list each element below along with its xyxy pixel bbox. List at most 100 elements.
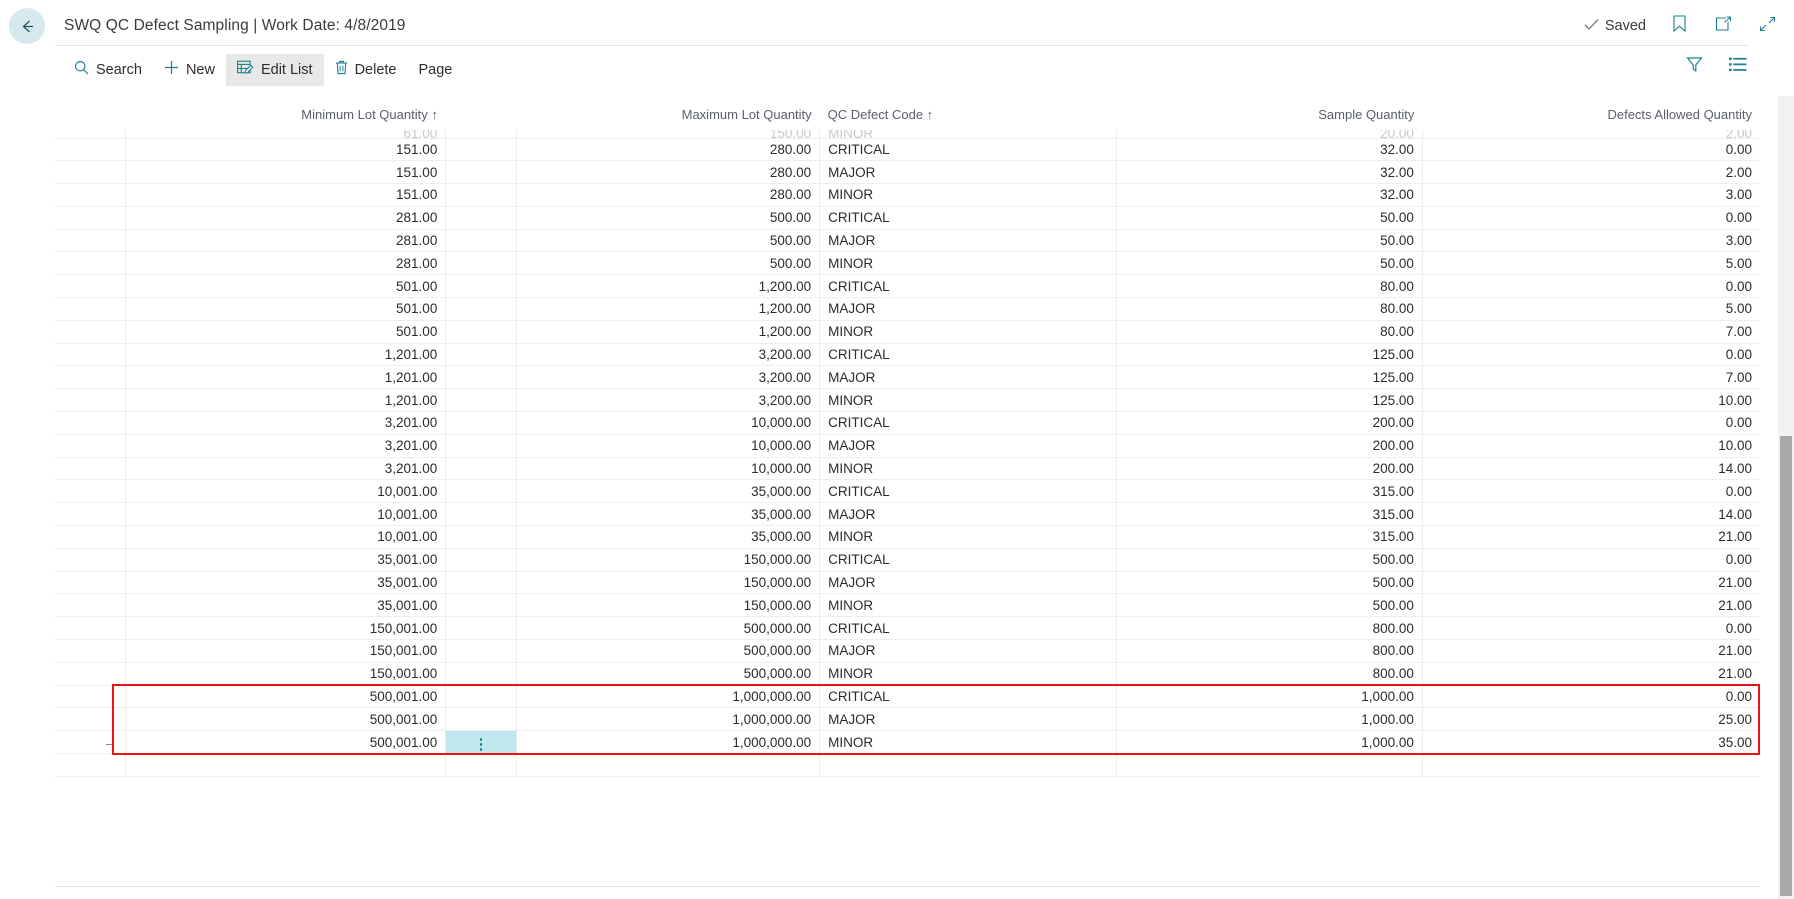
row-selector[interactable] [55, 434, 126, 458]
open-in-new-window-button[interactable] [1712, 15, 1734, 37]
column-header-minimum-lot-quantity[interactable]: Minimum Lot Quantity ↑ [125, 96, 446, 130]
cell-qc-defect-code[interactable] [819, 753, 1117, 778]
cell-qc-defect-code[interactable]: CRITICAL [819, 685, 1117, 709]
cell-minimum-lot-quantity[interactable]: 501.00 [125, 320, 447, 344]
cell-defects-allowed-quantity[interactable]: 7.00 [1422, 320, 1760, 344]
cell-qc-defect-code[interactable]: CRITICAL [819, 343, 1117, 367]
row-selector[interactable] [55, 206, 126, 230]
table-row[interactable]: 151.00 280.00 CRITICAL 32.00 0.00 [55, 138, 1760, 162]
cell-defects-allowed-quantity[interactable] [1422, 753, 1760, 778]
cell-maximum-lot-quantity[interactable]: 3,200.00 [516, 388, 821, 413]
row-selector[interactable]: → [55, 730, 126, 755]
cell-gap[interactable] [445, 130, 517, 139]
cell-sample-quantity[interactable]: 1,000.00 [1116, 685, 1423, 709]
cell-defects-allowed-quantity[interactable]: 5.00 [1422, 297, 1760, 321]
cell-maximum-lot-quantity[interactable] [516, 753, 821, 778]
cell-defects-allowed-quantity[interactable]: 7.00 [1422, 365, 1760, 390]
cell-maximum-lot-quantity[interactable]: 280.00 [516, 160, 821, 185]
cell-qc-defect-code[interactable]: CRITICAL [819, 274, 1117, 299]
cell-defects-allowed-quantity[interactable]: 21.00 [1422, 593, 1760, 618]
column-header-defects-allowed-quantity[interactable]: Defects Allowed Quantity [1422, 96, 1760, 130]
cell-qc-defect-code[interactable]: MINOR [819, 662, 1117, 686]
table-row[interactable]: 281.00 500.00 MAJOR 50.00 3.00 [55, 229, 1760, 253]
cell-defects-allowed-quantity[interactable]: 21.00 [1422, 662, 1760, 686]
table-row[interactable]: 150,001.00 500,000.00 CRITICAL 800.00 0.00 [55, 616, 1760, 641]
cell-minimum-lot-quantity[interactable]: 281.00 [125, 251, 447, 276]
cell-sample-quantity[interactable]: 800.00 [1116, 639, 1423, 663]
cell-minimum-lot-quantity[interactable]: 35,001.00 [125, 593, 447, 618]
edit-list-button[interactable]: Edit List [225, 53, 324, 86]
cell-gap[interactable] [445, 502, 517, 527]
cell-sample-quantity[interactable]: 32.00 [1116, 138, 1423, 162]
cell-sample-quantity[interactable] [1116, 753, 1423, 778]
cell-maximum-lot-quantity[interactable]: 500.00 [516, 229, 821, 253]
cell-maximum-lot-quantity[interactable]: 500.00 [516, 206, 821, 230]
cell-maximum-lot-quantity[interactable]: 500,000.00 [516, 662, 821, 686]
cell-defects-allowed-quantity[interactable]: 21.00 [1422, 571, 1760, 595]
table-row[interactable]: 150,001.00 500,000.00 MAJOR 800.00 21.00 [55, 639, 1760, 663]
cell-maximum-lot-quantity[interactable]: 1,000,000.00 [516, 685, 821, 709]
cell-gap[interactable] [445, 320, 517, 344]
cell-gap[interactable] [445, 411, 517, 435]
row-selector[interactable] [55, 183, 126, 207]
cell-qc-defect-code[interactable]: MAJOR [819, 229, 1117, 253]
cell-minimum-lot-quantity[interactable]: 501.00 [125, 297, 447, 321]
cell-gap[interactable] [445, 548, 517, 572]
cell-qc-defect-code[interactable]: MAJOR [819, 160, 1117, 185]
cell-qc-defect-code[interactable]: MINOR [819, 183, 1117, 207]
table-row[interactable]: → 500,001.00 1,000,000.00 MINOR 1,000.00 35.0… [55, 730, 1760, 755]
collapse-button[interactable] [1756, 15, 1778, 37]
cell-qc-defect-code[interactable]: MAJOR [819, 297, 1117, 321]
column-header-qc-defect-code[interactable]: QC Defect Code ↑ [820, 96, 1117, 130]
cell-qc-defect-code[interactable]: MINOR [819, 525, 1117, 549]
table-row[interactable]: 3,201.00 10,000.00 MINOR 200.00 14.00 [55, 457, 1760, 481]
row-selector[interactable] [55, 160, 126, 185]
cell-defects-allowed-quantity[interactable]: 14.00 [1422, 457, 1760, 481]
cell-defects-allowed-quantity[interactable]: 0.00 [1422, 411, 1760, 435]
cell-minimum-lot-quantity[interactable]: 35,001.00 [125, 548, 447, 572]
cell-sample-quantity[interactable]: 500.00 [1116, 571, 1423, 595]
cell-minimum-lot-quantity[interactable]: 1,201.00 [125, 365, 447, 390]
table-row[interactable]: 500,001.00 1,000,000.00 CRITICAL 1,000.00 0.… [55, 685, 1760, 709]
cell-sample-quantity[interactable]: 1,000.00 [1116, 707, 1423, 732]
row-selector[interactable] [55, 138, 126, 162]
table-row[interactable]: 501.00 1,200.00 MINOR 80.00 7.00 [55, 320, 1760, 344]
cell-maximum-lot-quantity[interactable]: 1,000,000.00 [516, 730, 821, 755]
table-row[interactable]: 10,001.00 35,000.00 MAJOR 315.00 14.00 [55, 502, 1760, 527]
cell-maximum-lot-quantity[interactable]: 280.00 [516, 138, 821, 162]
delete-button[interactable]: Delete [324, 54, 408, 86]
cell-sample-quantity[interactable]: 200.00 [1116, 434, 1423, 458]
cell-gap[interactable] [445, 388, 517, 413]
cell-gap[interactable] [445, 479, 517, 504]
search-button[interactable]: Search [63, 54, 153, 86]
cell-minimum-lot-quantity[interactable] [125, 753, 447, 778]
cell-gap[interactable] [445, 457, 517, 481]
cell-defects-allowed-quantity[interactable]: 0.00 [1422, 274, 1760, 299]
cell-qc-defect-code[interactable]: MAJOR [819, 639, 1117, 663]
row-selector[interactable] [55, 343, 126, 367]
cell-defects-allowed-quantity[interactable]: 21.00 [1422, 525, 1760, 549]
row-selector[interactable] [55, 251, 126, 276]
cell-qc-defect-code[interactable]: MINOR [819, 320, 1117, 344]
cell-gap[interactable] [445, 639, 517, 663]
cell-defects-allowed-quantity[interactable]: 21.00 [1422, 639, 1760, 663]
cell-gap[interactable] [445, 753, 517, 778]
cell-sample-quantity[interactable]: 125.00 [1116, 365, 1423, 390]
cell-qc-defect-code[interactable]: MAJOR [819, 502, 1117, 527]
row-selector[interactable] [55, 130, 126, 139]
cell-minimum-lot-quantity[interactable]: 500,001.00 [125, 707, 447, 732]
row-selector[interactable] [55, 411, 126, 435]
cell-maximum-lot-quantity[interactable]: 10,000.00 [516, 411, 821, 435]
cell-maximum-lot-quantity[interactable]: 3,200.00 [516, 365, 821, 390]
cell-defects-allowed-quantity[interactable]: 3.00 [1422, 183, 1760, 207]
bookmark-button[interactable] [1668, 15, 1690, 37]
row-selector[interactable] [55, 707, 126, 732]
column-header-sample-quantity[interactable]: Sample Quantity [1116, 96, 1422, 130]
cell-gap[interactable] [445, 571, 517, 595]
cell-gap[interactable] [445, 593, 517, 618]
table-row[interactable]: 3,201.00 10,000.00 MAJOR 200.00 10.00 [55, 434, 1760, 458]
cell-sample-quantity[interactable]: 800.00 [1116, 662, 1423, 686]
cell-maximum-lot-quantity[interactable]: 500,000.00 [516, 616, 821, 641]
cell-gap[interactable] [445, 206, 517, 230]
cell-maximum-lot-quantity[interactable]: 1,200.00 [516, 320, 821, 344]
